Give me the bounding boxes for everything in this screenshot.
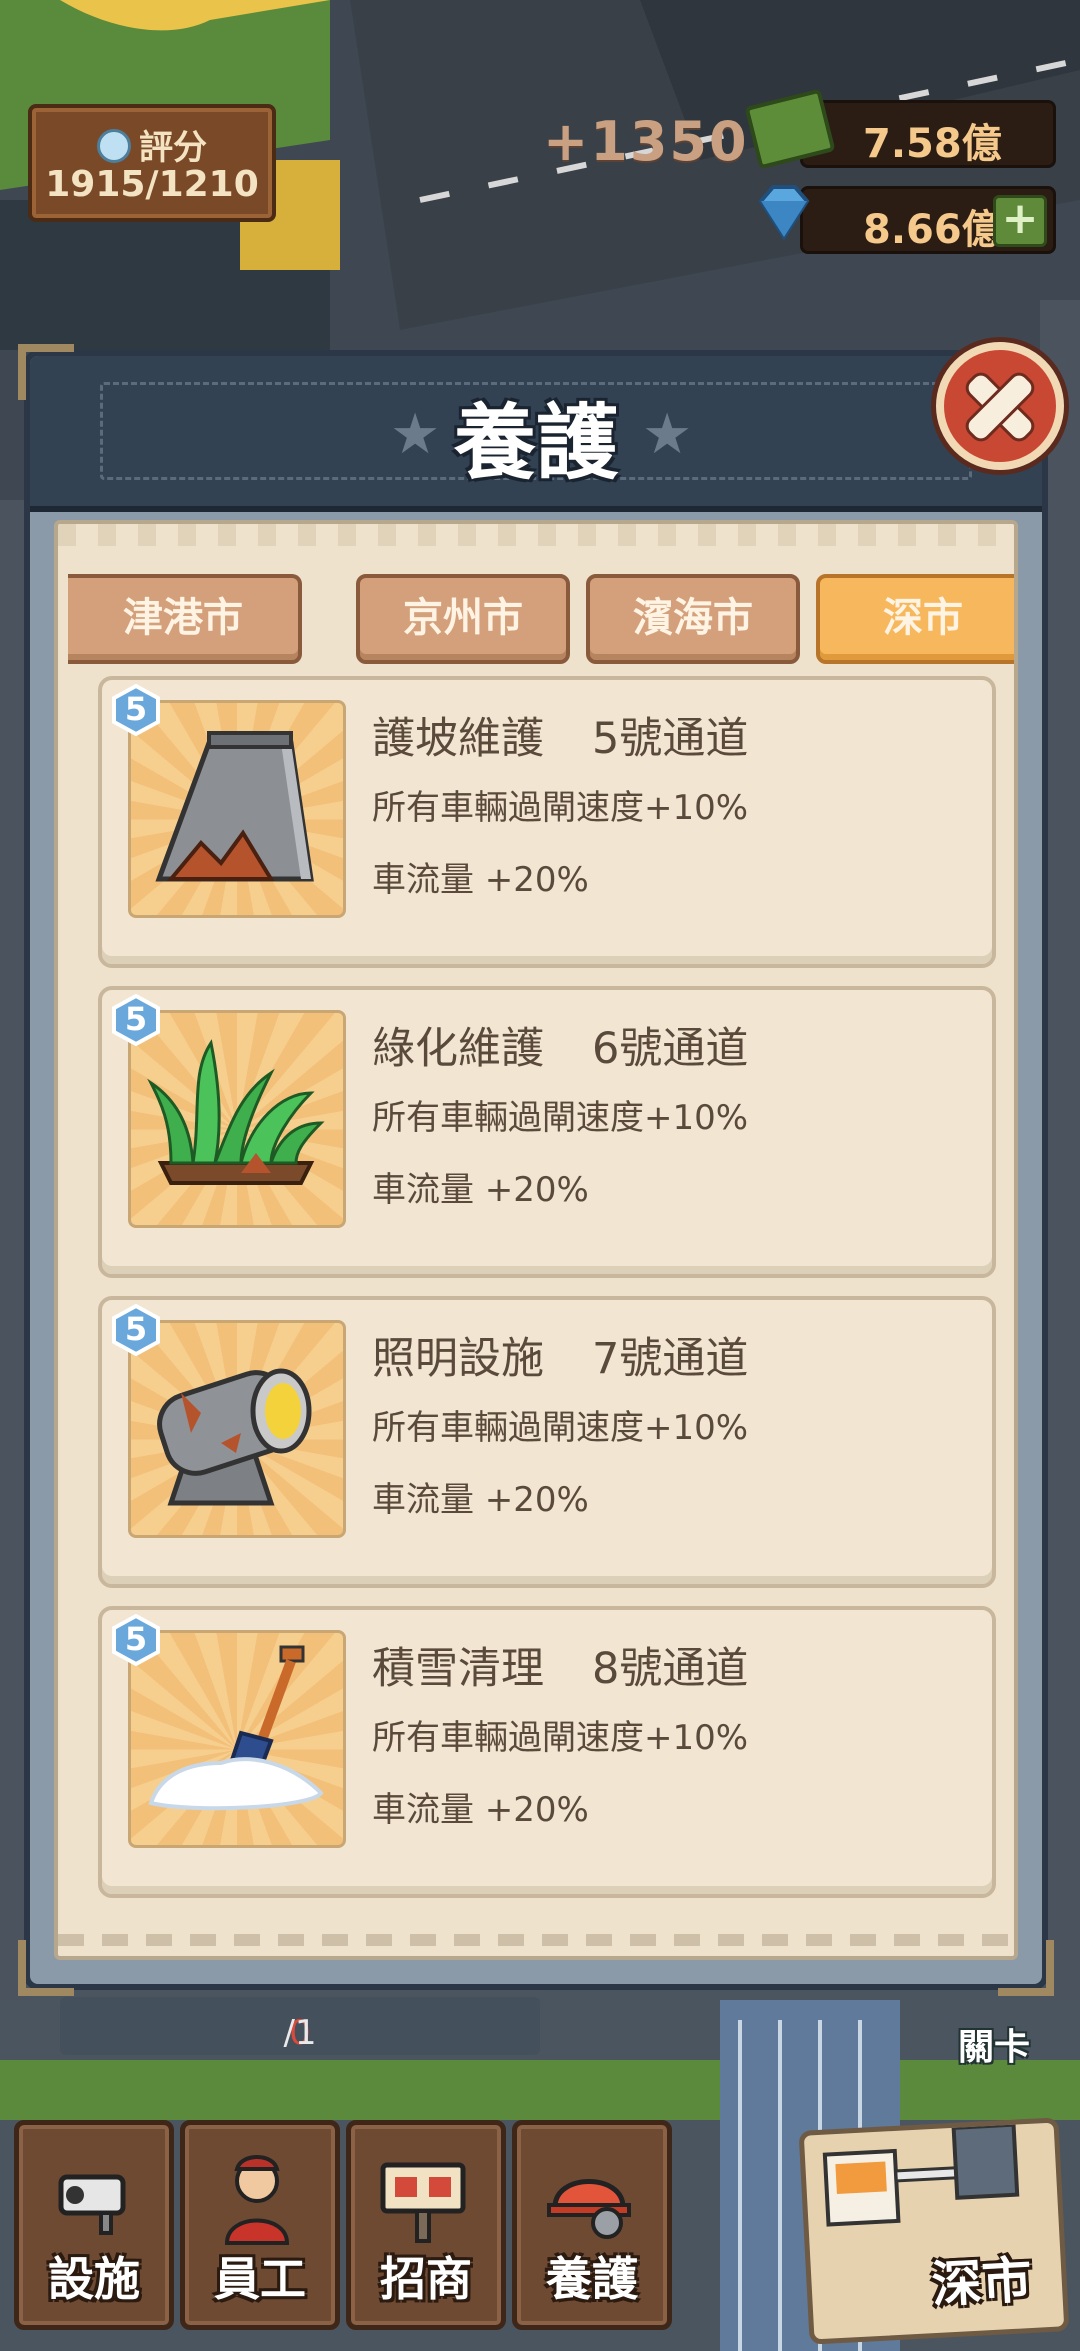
tab-city-2[interactable]: 京州市 <box>356 574 570 664</box>
tab-city-4[interactable]: 深市 <box>816 574 1014 664</box>
item-effect-speed: 所有車輛過閘速度+10% <box>372 1098 749 1138</box>
list-item[interactable]: 5 護坡維護 5號通道 所有車輛過閘速度+10% 車流量 +20% <box>98 676 996 968</box>
city-tabs: 津港市 京州市 濱海市 深市 <box>68 574 1014 664</box>
item-effect-speed: 所有車輛過閘速度+10% <box>372 1718 749 1758</box>
item-channel: 7號通道 <box>592 1334 749 1384</box>
item-effect-traffic: 車流量 +20% <box>372 1480 589 1520</box>
list-item[interactable]: 5 照明設施 7號通道 所有車輛過閘速度+10% 車流量 +20% <box>98 1296 996 1588</box>
item-channel: 5號通道 <box>592 714 749 764</box>
list-item[interactable]: 5 積雪清理 8號通道 所有車輛過閘速度+10% 車流量 +20% <box>98 1606 996 1898</box>
item-name: 照明設施 <box>372 1334 544 1384</box>
staff-icon <box>224 2155 290 2245</box>
cash-value: 7.58億 <box>863 121 1002 167</box>
dialog-content: 津港市 京州市 濱海市 深市 5 護坡維護 5號通道 所有車輛過閘速度+10% … <box>54 520 1018 1960</box>
item-effect-speed: 所有車輛過閘速度+10% <box>372 788 749 828</box>
snow-shovel-icon <box>148 1645 324 1811</box>
maintenance-dialog: ★ ★ 養護 津港市 京州市 濱海市 深市 5 護坡維護 5號通道 所有車輛過閘… <box>18 342 1064 1996</box>
item-effect-traffic: 車流量 +20% <box>372 1170 589 1210</box>
list-item[interactable]: 5 綠化維護 6號通道 所有車輛過閘速度+10% 車流量 +20% <box>98 986 996 1278</box>
spotlight-icon <box>157 1368 312 1506</box>
cash-bar: 7.58億 <box>744 88 1056 170</box>
level-badge: 5 <box>110 684 162 736</box>
item-channel: 8號通道 <box>592 1644 749 1694</box>
nav-investment-button[interactable]: 招商 <box>346 2120 506 2330</box>
rating-label: 評分 <box>139 128 207 168</box>
dialog-title: 養護 <box>453 396 618 491</box>
item-effect-speed: 所有車輛過閘速度+10% <box>372 1408 749 1448</box>
nav-facilities-button[interactable]: 設施 <box>14 2120 174 2330</box>
slope-protection-icon <box>155 731 314 882</box>
rating-value: 1915/1210 <box>45 164 259 205</box>
rating-medal-icon <box>97 129 131 163</box>
item-effect-traffic: 車流量 +20% <box>372 860 589 900</box>
income-gain-text: +1350 <box>543 110 749 173</box>
progress-total: /1 <box>283 2013 317 2053</box>
task-progress: 0/1 <box>60 1997 540 2055</box>
signboard-icon <box>380 2162 466 2243</box>
helmet-wrench-icon <box>547 2179 631 2239</box>
item-name: 積雪清理 <box>372 1644 544 1694</box>
tab-city-3[interactable]: 濱海市 <box>586 574 800 664</box>
grass-icon <box>147 1039 325 1185</box>
current-city-button[interactable]: 深市 <box>798 2117 1070 2345</box>
nav-maintenance-button[interactable]: 養護 <box>512 2120 672 2330</box>
diamond-icon <box>758 185 810 241</box>
item-channel: 6號通道 <box>592 1024 749 1074</box>
level-label[interactable]: 關卡 <box>958 2018 1030 2070</box>
item-name: 綠化維護 <box>372 1024 544 1074</box>
item-effect-traffic: 車流量 +20% <box>372 1790 589 1830</box>
diamond-bar: 8.66億 + <box>758 185 1056 254</box>
toll-gate-icon <box>822 2123 1020 2227</box>
diamond-value: 8.66億 <box>863 207 1002 253</box>
close-icon[interactable] <box>936 342 1064 470</box>
level-badge: 5 <box>110 1614 162 1666</box>
nav-staff-button[interactable]: 員工 <box>180 2120 340 2330</box>
camera-icon <box>58 2174 126 2235</box>
maintenance-list[interactable]: 5 護坡維護 5號通道 所有車輛過閘速度+10% 車流量 +20% 5 綠化維護… <box>98 676 1002 1898</box>
dialog-header: ★ ★ 養護 <box>30 342 1064 512</box>
level-badge: 5 <box>110 994 162 1046</box>
level-badge: 5 <box>110 1304 162 1356</box>
tab-city-1[interactable]: 津港市 <box>68 574 302 664</box>
add-diamond-button[interactable]: + <box>993 195 1047 247</box>
rating-board[interactable]: 評分 1915/1210 <box>28 104 276 222</box>
item-name: 護坡維護 <box>372 714 544 764</box>
